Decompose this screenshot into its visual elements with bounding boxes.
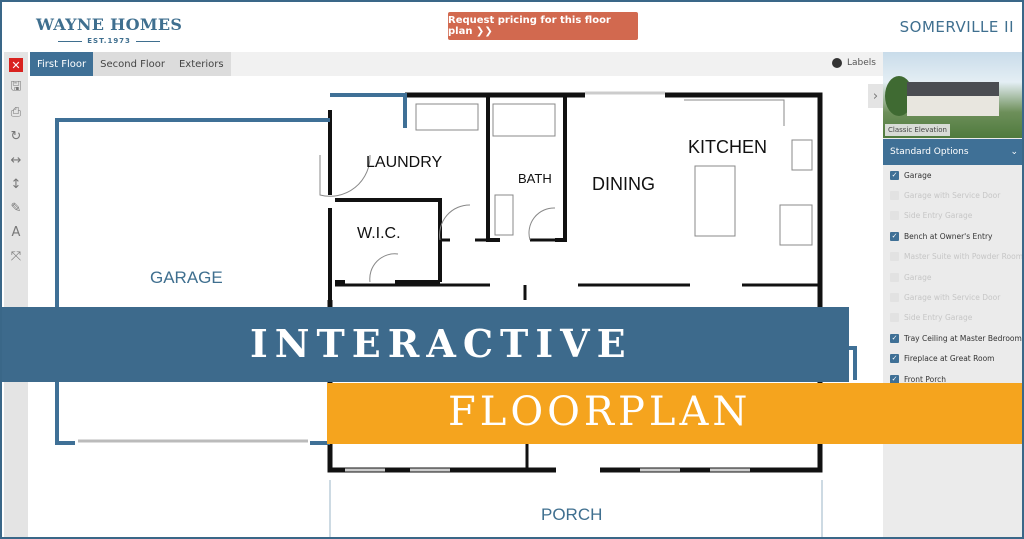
option-label: Garage	[904, 272, 932, 282]
checkbox-icon[interactable]: ✓	[890, 293, 899, 303]
checkbox-icon[interactable]: ✓	[890, 191, 899, 201]
room-label-wic: W.I.C.	[357, 225, 401, 242]
room-label-porch: PORCH	[541, 505, 603, 524]
banner-interactive: INTERACTIVE	[0, 307, 849, 382]
option-label: Side Entry Garage	[904, 211, 973, 221]
option-label: Tray Ceiling at Master Bedroom	[904, 333, 1022, 343]
room-label-laundry: LAUNDRY	[366, 154, 443, 171]
option-item[interactable]: ✓ Side Entry Garage	[883, 206, 1024, 226]
checkbox-icon[interactable]: ✓	[890, 313, 899, 323]
checkbox-icon[interactable]: ✓	[890, 231, 899, 241]
option-label: Master Suite with Powder Room	[904, 252, 1024, 262]
checkbox-icon[interactable]: ✓	[890, 333, 899, 343]
option-item[interactable]: ✓ Garage	[883, 267, 1024, 287]
room-label-garage: GARAGE	[150, 268, 223, 287]
option-item[interactable]: ✓ Garage with Service Door	[883, 287, 1024, 307]
room-label-bath: BATH	[518, 171, 552, 186]
room-label-kitchen: KITCHEN	[688, 137, 768, 157]
option-label: Garage	[904, 170, 932, 180]
option-label: Side Entry Garage	[904, 313, 973, 323]
options-panel: Classic Elevation Standard Options ⌄ ✓ Ga…	[883, 52, 1024, 539]
option-item[interactable]: ✓ Bench at Owner's Entry	[883, 226, 1024, 246]
standard-options-header[interactable]: Standard Options ⌄	[883, 139, 1024, 165]
option-item[interactable]: ✓ Fireplace at Great Room	[883, 349, 1024, 369]
banner-line1: INTERACTIVE	[250, 321, 633, 366]
option-item[interactable]: ✓ Garage with Service Door	[883, 185, 1024, 205]
checkbox-icon[interactable]: ✓	[890, 272, 899, 282]
option-label: Garage with Service Door	[904, 191, 1001, 201]
checkbox-icon[interactable]: ✓	[890, 354, 899, 364]
chevron-down-icon: ⌄	[1010, 147, 1018, 157]
banner-floorplan: FLOORPLAN	[327, 383, 1024, 444]
standard-options-title: Standard Options	[890, 147, 969, 157]
option-item[interactable]: ✓ Garage	[883, 165, 1024, 185]
checkbox-icon[interactable]: ✓	[890, 211, 899, 221]
option-label: Fireplace at Great Room	[904, 354, 995, 364]
checkbox-icon[interactable]: ✓	[890, 252, 899, 262]
option-label: Garage with Service Door	[904, 293, 1001, 303]
house-graphic	[907, 82, 999, 116]
checkbox-icon[interactable]: ✓	[890, 170, 899, 180]
elevation-image[interactable]: Classic Elevation	[883, 52, 1024, 138]
banner-line2: FLOORPLAN	[448, 389, 752, 435]
option-item[interactable]: ✓ Side Entry Garage	[883, 308, 1024, 328]
option-item[interactable]: ✓ Tray Ceiling at Master Bedroom	[883, 328, 1024, 348]
option-label: Bench at Owner's Entry	[904, 231, 993, 241]
options-list: ✓ Garage ✓ Garage with Service Door ✓ Side En…	[883, 165, 1024, 389]
option-item[interactable]: ✓ Master Suite with Powder Room	[883, 247, 1024, 267]
room-label-dining: DINING	[592, 174, 655, 194]
elevation-caption: Classic Elevation	[885, 124, 950, 136]
